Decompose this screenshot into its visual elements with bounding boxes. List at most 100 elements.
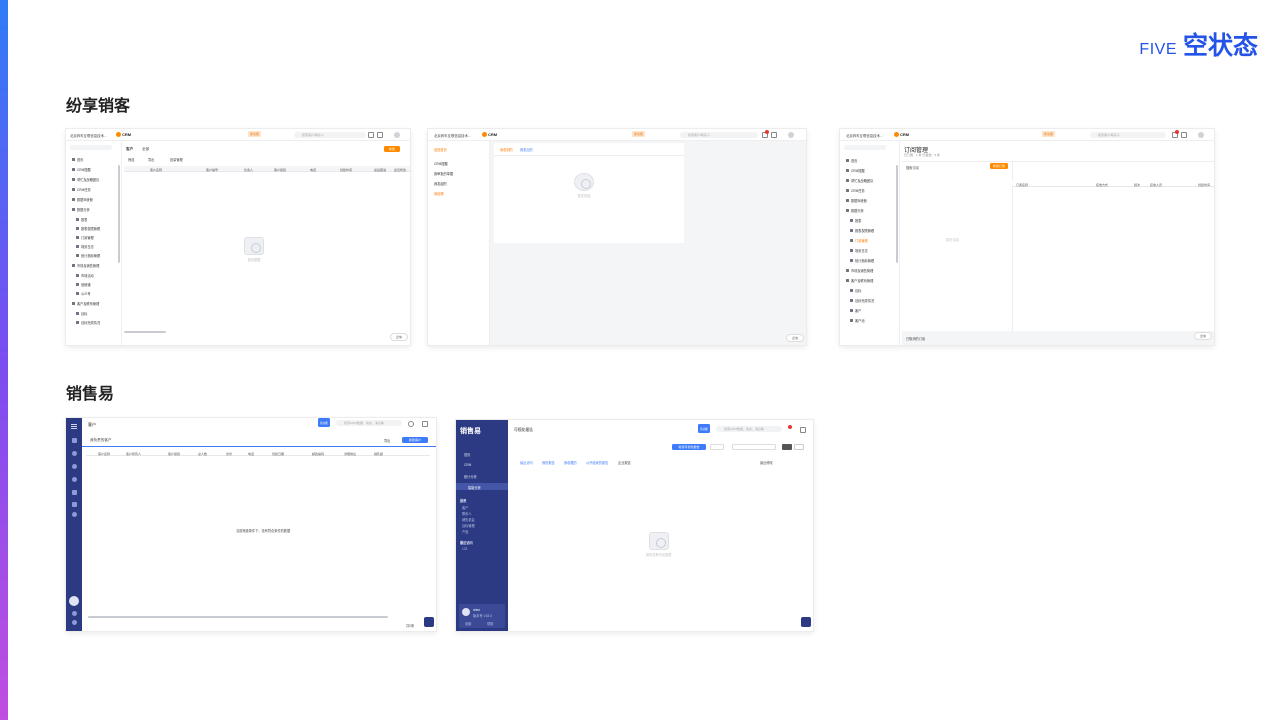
nav-item[interactable]: 报表 [850,218,861,223]
nav-item[interactable]: 客户 [850,308,861,313]
nav-item[interactable]: 公众号 [76,291,91,296]
nav-item[interactable]: CRM任务 [72,187,91,192]
column-header[interactable]: 最后跟进 [374,168,386,172]
column-header[interactable]: 创建时间 [1198,183,1210,187]
avatar[interactable] [69,596,79,606]
chat-button[interactable]: 企信 [390,333,408,341]
nav-item[interactable]: 市场及销售管理 [72,263,99,268]
nav-item[interactable]: 目标完成情况 [850,298,874,303]
report-search[interactable] [732,444,776,450]
help-link[interactable]: 帮助 [487,621,493,626]
new-report-button[interactable]: 新建可视化报告 [672,444,706,450]
info-icon[interactable] [72,512,77,517]
column-header[interactable]: 频次 [1134,183,1140,187]
column-header[interactable]: 客户所有人 [126,452,141,456]
global-search[interactable]: 搜索客户/联系人 [1090,132,1166,138]
column-header[interactable]: 创建日期 [272,452,284,456]
column-header[interactable]: 销售额 [374,452,383,456]
column-header[interactable]: 客户级别 [274,168,286,172]
column-header[interactable]: 订阅名称 [1016,183,1028,187]
avatar[interactable] [788,132,794,138]
view-select[interactable]: 全部 [142,147,149,152]
nav-item-active[interactable]: 我处理 [428,190,484,196]
report-item[interactable]: 销售机会 [462,517,475,522]
folder-button[interactable] [710,444,724,450]
column-header[interactable]: 电话 [248,452,254,456]
nav-item-active[interactable]: 智能分析 [468,485,481,490]
home-icon[interactable] [72,451,77,456]
nav-item[interactable]: 订阅管理 [76,235,94,240]
new-feature-badge[interactable]: 新功能 [248,131,262,137]
filter-tag[interactable]: 企业报告 [618,460,631,465]
column-header[interactable]: 客户名称 [150,168,162,172]
nav-item[interactable]: 场景日志 [76,244,94,249]
column-header[interactable]: 负责人 [244,168,253,172]
nav-item[interactable]: CRM提醒 [72,167,91,172]
new-feature-badge[interactable]: 新功能 [318,418,330,427]
cancelled-subscriptions[interactable]: 已取消的订阅 [906,336,925,341]
nav-item[interactable]: 我审批的单据 [434,171,453,176]
filter-tag[interactable]: 我的报告 [542,460,555,465]
nav-item-active[interactable]: 订阅管理 [844,237,902,243]
sidebar-search[interactable] [844,145,886,150]
settings-link[interactable]: 设置 [465,621,471,626]
column-header[interactable]: 邮政编码 [312,452,324,456]
avatar[interactable] [1198,132,1204,138]
settings-icon[interactable] [408,421,414,427]
export-button[interactable]: 导出 [384,438,390,443]
nav-item[interactable]: 报表权限管理 [76,226,100,231]
column-header[interactable]: 客户名称 [98,452,110,456]
nav-item[interactable]: 首页 [72,157,83,162]
column-header[interactable]: 接收方式 [1096,183,1108,187]
column-header[interactable]: 最近修改 [394,168,406,172]
nav-item[interactable]: 数据驾驶舱 [72,197,93,202]
column-header[interactable]: 详细地址 [344,452,356,456]
nav-item[interactable]: 数据分析 [72,207,90,212]
print-icon[interactable] [377,132,383,138]
nav-item[interactable]: 统计指标管理 [76,253,100,258]
report-item[interactable]: 联系人 [462,511,472,516]
global-search[interactable]: 搜索客户/联系人 [294,132,366,138]
column-header[interactable]: 创建时间 [340,168,352,172]
nav-item[interactable]: 客户及联系管理 [846,278,873,283]
report-item[interactable]: 目标管理 [462,523,475,528]
settings-icon[interactable] [72,611,77,616]
horizontal-scrollbar[interactable] [124,331,166,333]
column-header[interactable]: 省份 [226,452,232,456]
apps-icon[interactable] [72,438,77,443]
column-header[interactable]: 接收人员 [1150,183,1162,187]
new-feature-badge[interactable]: 新功能 [632,131,646,137]
nav-item[interactable]: CRM [464,463,471,467]
sort-select[interactable]: 最近修改 [760,460,773,465]
sidebar-search[interactable] [70,145,112,150]
chat-button[interactable]: 企信 [1194,332,1212,340]
filter-tag[interactable]: 最近访问 [520,460,533,465]
column-header[interactable]: 电话 [310,168,316,172]
bulk-button[interactable]: 批量管理 [170,157,183,162]
global-search[interactable]: 搜索客户/联系人 [680,132,758,138]
nav-item[interactable]: CRM任务 [846,188,865,193]
filter-tag[interactable]: 我收藏的 [564,460,577,465]
avatar[interactable] [394,132,400,138]
nav-item[interactable]: 客户池 [850,318,865,323]
nav-item[interactable]: 市场活动 [76,273,94,278]
column-header[interactable]: 客户级别 [168,452,180,456]
menu-icon[interactable] [71,424,77,425]
new-customer-button[interactable]: 新建客户 [402,437,428,443]
print-icon[interactable] [771,132,777,138]
column-header[interactable]: 总人数 [198,452,207,456]
nav-item[interactable]: 市场及销售管理 [846,268,873,273]
export-button[interactable]: 导出 [148,157,154,162]
nav-item[interactable]: 报表 [76,217,87,222]
grid-icon[interactable] [800,427,806,433]
sidebar-scrollbar[interactable] [896,165,898,263]
global-search[interactable]: 搜索CRM数据，动态，消息等 [336,420,402,426]
nav-item[interactable]: 统计分析 [464,474,477,479]
tab-received[interactable]: 我收到的 [500,147,513,152]
global-search[interactable]: 搜索CRM数据，动态，消息等 [716,426,782,432]
nav-item[interactable]: 帮忙及战略团队 [72,177,99,182]
new-feature-badge[interactable]: 新功能 [1042,131,1056,137]
clock-icon[interactable] [72,464,77,469]
nav-item[interactable]: CRM提醒 [434,161,448,166]
horizontal-scrollbar[interactable] [88,616,388,618]
